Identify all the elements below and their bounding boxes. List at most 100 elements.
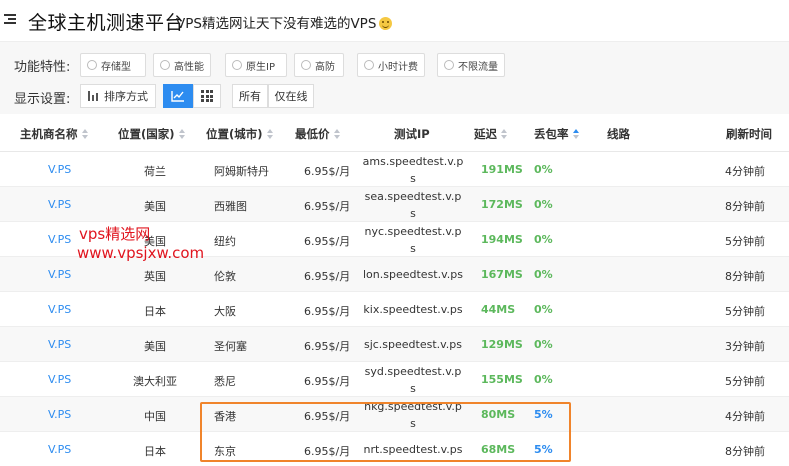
table-row: V.PS 澳大利亚 悉尼 6.95$/月 syd.speedtest.v.ps 155MS… — [0, 362, 789, 397]
column-header-label: 主机商名称 — [20, 127, 78, 141]
column-header-loss[interactable]: 丢包率 — [534, 126, 580, 142]
column-header-price[interactable]: 最低价 — [295, 126, 341, 142]
filter-panel: 功能特性: 存储型 高性能 原生IP 高防 小时计费 不限流量 显示设置: 排序… — [0, 42, 789, 114]
test-ip-cell: ams.speedtest.v.ps — [362, 154, 464, 185]
test-ip-cell: syd.speedtest.v.ps — [364, 364, 462, 395]
country-cell: 荷兰 — [144, 165, 166, 178]
host-link[interactable]: V.PS — [48, 373, 71, 386]
smiley-icon — [379, 17, 393, 30]
packet-loss-cell: 0% — [534, 373, 553, 386]
column-header-ip: 测试IP — [394, 127, 430, 141]
feature-chip-hourly[interactable]: 小时计费 — [357, 53, 425, 77]
city-cell: 大阪 — [214, 305, 236, 318]
packet-loss-cell: 0% — [534, 198, 553, 211]
latency-cell: 172MS — [481, 198, 523, 211]
latency-cell: 68MS — [481, 443, 516, 456]
feature-chip-label: 高性能 — [174, 61, 204, 73]
price-cell: 6.95$/月 — [304, 410, 351, 423]
feature-chip-label: 不限流量 — [458, 61, 498, 73]
sort-arrows-icon — [333, 129, 341, 139]
city-cell: 圣何塞 — [214, 340, 247, 353]
watermark-line1: vps精选网 — [79, 225, 151, 243]
feature-chip-native-ip[interactable]: 原生IP — [225, 53, 287, 77]
price-cell: 6.95$/月 — [304, 445, 351, 458]
city-cell: 纽约 — [214, 235, 236, 248]
table-row: V.PS 中国 香港 6.95$/月 hkg.speedtest.v.ps 80MS 5% 4… — [0, 397, 789, 432]
country-cell: 美国 — [144, 200, 166, 213]
column-header-label: 丢包率 — [534, 127, 569, 141]
host-link[interactable]: V.PS — [48, 338, 71, 351]
latency-cell: 44MS — [481, 303, 516, 316]
price-cell: 6.95$/月 — [304, 165, 351, 178]
test-ip-cell: nrt.speedtest.v.ps — [363, 443, 463, 456]
latency-cell: 80MS — [481, 408, 516, 421]
list-view-button[interactable] — [163, 84, 193, 108]
column-header-latency[interactable]: 延迟 — [474, 126, 508, 142]
country-cell: 澳大利亚 — [133, 375, 177, 388]
feature-chip-unmetered[interactable]: 不限流量 — [437, 53, 505, 77]
table-row: V.PS 日本 东京 6.95$/月 nrt.speedtest.v.ps 68MS 5% 8… — [0, 432, 789, 466]
city-cell: 悉尼 — [214, 375, 236, 388]
grid-view-button[interactable] — [193, 84, 221, 108]
radio-icon — [444, 60, 454, 70]
menu-icon[interactable] — [4, 13, 16, 25]
scope-online-button[interactable]: 仅在线 — [268, 84, 314, 108]
table-row: V.PS 日本 大阪 6.95$/月 kix.speedtest.v.ps 44MS 0% 5… — [0, 292, 789, 327]
price-cell: 6.95$/月 — [304, 200, 351, 213]
feature-chip-label: 小时计费 — [378, 61, 418, 73]
packet-loss-cell: 0% — [534, 303, 553, 316]
feature-chip-performance[interactable]: 高性能 — [153, 53, 211, 77]
column-header-label: 位置(城市) — [206, 127, 263, 141]
refresh-time-cell: 8分钟前 — [725, 270, 765, 283]
display-label: 显示设置: — [14, 92, 71, 107]
country-cell: 中国 — [144, 410, 166, 423]
host-link[interactable]: V.PS — [48, 163, 71, 176]
column-header-label: 最低价 — [295, 127, 330, 141]
latency-cell: 191MS — [481, 163, 523, 176]
radio-icon — [301, 60, 311, 70]
packet-loss-cell: 0% — [534, 233, 553, 246]
radio-icon — [364, 60, 374, 70]
host-link[interactable]: V.PS — [48, 303, 71, 316]
test-ip-cell: hkg.speedtest.v.ps — [364, 399, 462, 430]
refresh-time-cell: 5分钟前 — [725, 305, 765, 318]
city-cell: 阿姆斯特丹 — [214, 165, 269, 178]
column-header-label: 延迟 — [474, 127, 497, 141]
sort-arrows-icon — [266, 129, 274, 139]
sort-button[interactable]: 排序方式 — [80, 84, 156, 108]
country-cell: 英国 — [144, 270, 166, 283]
sort-arrows-icon — [501, 129, 508, 139]
feature-chip-storage[interactable]: 存储型 — [80, 53, 146, 77]
radio-icon — [87, 60, 97, 70]
packet-loss-cell: 0% — [534, 268, 553, 281]
packet-loss-cell: 0% — [534, 163, 553, 176]
column-header-host[interactable]: 主机商名称 — [20, 126, 89, 142]
city-cell: 伦敦 — [214, 270, 236, 283]
country-cell: 日本 — [144, 445, 166, 458]
packet-loss-cell: 0% — [534, 338, 553, 351]
refresh-time-cell: 5分钟前 — [725, 235, 765, 248]
column-header-country[interactable]: 位置(国家) — [118, 126, 186, 142]
refresh-time-cell: 4分钟前 — [725, 410, 765, 423]
test-ip-cell: kix.speedtest.v.ps — [363, 303, 463, 316]
site-subtitle: VPS精选网让天下没有难选的VPS — [176, 12, 393, 32]
host-link[interactable]: V.PS — [48, 268, 71, 281]
scope-all-button[interactable]: 所有 — [232, 84, 268, 108]
watermark-line2: www.vpsjxw.com — [77, 244, 205, 262]
feature-chip-label: 存储型 — [101, 61, 131, 73]
host-link[interactable]: V.PS — [48, 408, 71, 421]
test-ip-cell: sjc.speedtest.v.ps — [363, 338, 463, 351]
test-ip-cell: sea.speedtest.v.ps — [364, 189, 462, 220]
refresh-time-cell: 4分钟前 — [725, 165, 765, 178]
column-header-city[interactable]: 位置(城市) — [206, 126, 274, 142]
price-cell: 6.95$/月 — [304, 375, 351, 388]
host-link[interactable]: V.PS — [48, 443, 71, 456]
country-cell: 日本 — [144, 305, 166, 318]
feature-chip-ddos[interactable]: 高防 — [294, 53, 344, 77]
column-header-route: 线路 — [607, 127, 630, 141]
latency-cell: 194MS — [481, 233, 523, 246]
latency-cell: 155MS — [481, 373, 523, 386]
host-link[interactable]: V.PS — [48, 233, 71, 246]
price-cell: 6.95$/月 — [304, 270, 351, 283]
host-link[interactable]: V.PS — [48, 198, 71, 211]
